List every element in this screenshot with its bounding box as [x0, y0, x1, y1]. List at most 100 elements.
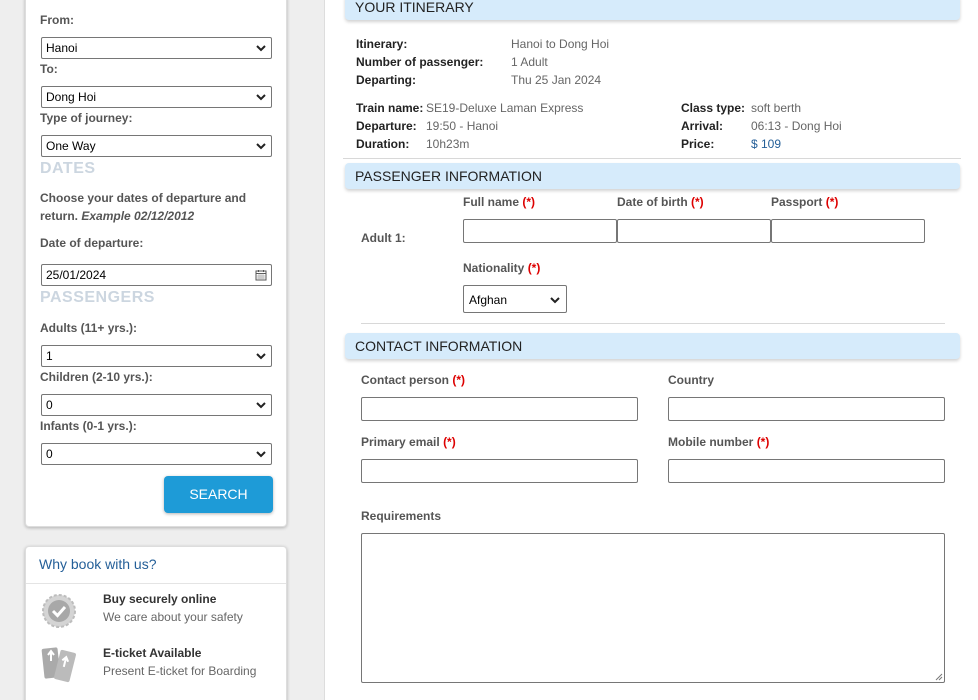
dob-label: Date of birth (*): [617, 195, 704, 209]
adults-value: 1: [46, 349, 53, 363]
contact-person-input[interactable]: [361, 397, 638, 421]
arrival-label: Arrival:: [681, 119, 724, 133]
passport-input[interactable]: [771, 219, 925, 243]
booking-form: YOUR ITINERARY Itinerary: Hanoi to Dong …: [324, 0, 978, 700]
full-name-label-text: Full name: [463, 195, 520, 209]
search-button[interactable]: SEARCH: [164, 476, 273, 513]
mobile-label-text: Mobile number: [668, 435, 754, 449]
price-value: $ 109: [751, 137, 782, 151]
infants-value: 0: [46, 447, 53, 461]
class-type-label: Class type:: [681, 101, 746, 115]
children-select[interactable]: 0: [41, 394, 272, 416]
why-book-title: Why book with us?: [39, 556, 157, 572]
train-name-value: SE19-Deluxe Laman Express: [426, 101, 584, 115]
children-label: Children (2-10 yrs.):: [40, 370, 153, 384]
children-value: 0: [46, 398, 53, 412]
benefit-subtitle: Present E-ticket for Boarding: [103, 664, 257, 678]
adults-label: Adults (11+ yrs.):: [40, 321, 138, 335]
resize-handle-icon[interactable]: [935, 673, 943, 681]
full-name-label: Full name (*): [463, 195, 535, 209]
to-select-value: Dong Hoi: [46, 90, 97, 104]
required-mark: (*): [691, 195, 704, 209]
from-select-value: Hanoi: [46, 41, 78, 55]
dob-input[interactable]: [617, 219, 771, 243]
adults-select[interactable]: 1: [41, 345, 272, 367]
booking-page: From: Hanoi To: Dong Hoi Type of journey…: [0, 0, 978, 700]
calendar-icon[interactable]: [255, 269, 267, 281]
nationality-value: Afghan: [469, 293, 508, 307]
itinerary-value: Hanoi to Dong Hoi: [511, 37, 610, 51]
required-mark: (*): [756, 435, 770, 449]
from-label: From:: [40, 13, 74, 27]
contact-header: CONTACT INFORMATION: [345, 333, 960, 359]
required-mark: (*): [443, 435, 456, 449]
benefit-title: Buy securely online: [103, 592, 217, 606]
contact-person-label: Contact person (*): [361, 373, 465, 387]
adult-label: Adult 1:: [361, 231, 406, 245]
email-label: Primary email (*): [361, 435, 456, 449]
departure-label: Departure:: [356, 119, 417, 133]
email-input[interactable]: [361, 459, 638, 483]
full-name-input[interactable]: [463, 219, 617, 243]
requirements-textarea[interactable]: [361, 533, 945, 683]
chevron-down-icon: [256, 402, 266, 409]
departure-date-value: 25/01/2024: [46, 268, 107, 282]
required-mark: (*): [522, 195, 536, 209]
chevron-down-icon: [550, 297, 560, 304]
passport-label-text: Passport: [771, 195, 823, 209]
journey-type-select[interactable]: One Way: [41, 135, 272, 157]
required-mark: (*): [527, 261, 541, 275]
chevron-down-icon: [256, 143, 266, 150]
departing-value: Thu 25 Jan 2024: [511, 73, 602, 87]
itinerary-label: Itinerary:: [356, 37, 408, 51]
divider: [343, 158, 961, 159]
chevron-down-icon: [256, 94, 266, 101]
nationality-label-text: Nationality: [463, 261, 525, 275]
infants-select[interactable]: 0: [41, 443, 272, 465]
departure-date-label: Date of departure:: [40, 236, 144, 250]
chevron-down-icon: [256, 353, 266, 360]
checkmark-badge-icon: [42, 594, 76, 628]
dob-label-text: Date of birth: [617, 195, 688, 209]
ticket-icon: [41, 647, 76, 683]
country-input[interactable]: [668, 397, 945, 421]
dates-example: Example 02/12/2012: [81, 209, 195, 223]
class-type-value: soft berth: [751, 101, 802, 115]
departing-label: Departing:: [356, 73, 416, 87]
dates-heading: DATES: [40, 160, 96, 177]
duration-value: 10h23m: [426, 137, 470, 151]
benefit-subtitle: We care about your safety: [103, 610, 243, 624]
contact-person-label-text: Contact person: [361, 373, 450, 387]
why-book-panel: Why book with us? Buy securely online We…: [25, 546, 287, 700]
required-mark: (*): [452, 373, 466, 387]
departure-value: 19:50 - Hanoi: [426, 119, 499, 133]
requirements-label: Requirements: [361, 509, 442, 523]
train-name-label: Train name:: [356, 101, 424, 115]
passenger-count-label: Number of passenger:: [356, 55, 484, 69]
passport-label: Passport (*): [771, 195, 838, 209]
nationality-select[interactable]: Afghan: [463, 285, 567, 313]
nationality-label: Nationality (*): [463, 261, 540, 275]
benefit-title: E-ticket Available: [103, 646, 202, 660]
search-panel: From: Hanoi To: Dong Hoi Type of journey…: [25, 0, 287, 527]
arrival-value: 06:13 - Dong Hoi: [751, 119, 842, 133]
dates-help-text: Choose your dates of departure and retur…: [40, 189, 270, 225]
divider: [26, 583, 286, 584]
required-mark: (*): [825, 195, 839, 209]
to-select[interactable]: Dong Hoi: [41, 86, 272, 108]
departure-date-input[interactable]: 25/01/2024: [41, 264, 272, 286]
passenger-header: PASSENGER INFORMATION: [345, 163, 960, 189]
chevron-down-icon: [256, 451, 266, 458]
divider: [361, 323, 945, 324]
passengers-heading: PASSENGERS: [40, 289, 155, 306]
infants-label: Infants (0-1 yrs.):: [40, 419, 137, 433]
passenger-count-value: 1 Adult: [511, 55, 548, 69]
price-label: Price:: [681, 137, 715, 151]
from-select[interactable]: Hanoi: [41, 37, 272, 59]
mobile-label: Mobile number (*): [668, 435, 769, 449]
email-label-text: Primary email: [361, 435, 440, 449]
to-label: To:: [40, 62, 58, 76]
mobile-input[interactable]: [668, 459, 945, 483]
duration-label: Duration:: [356, 137, 410, 151]
country-label: Country: [668, 373, 714, 387]
